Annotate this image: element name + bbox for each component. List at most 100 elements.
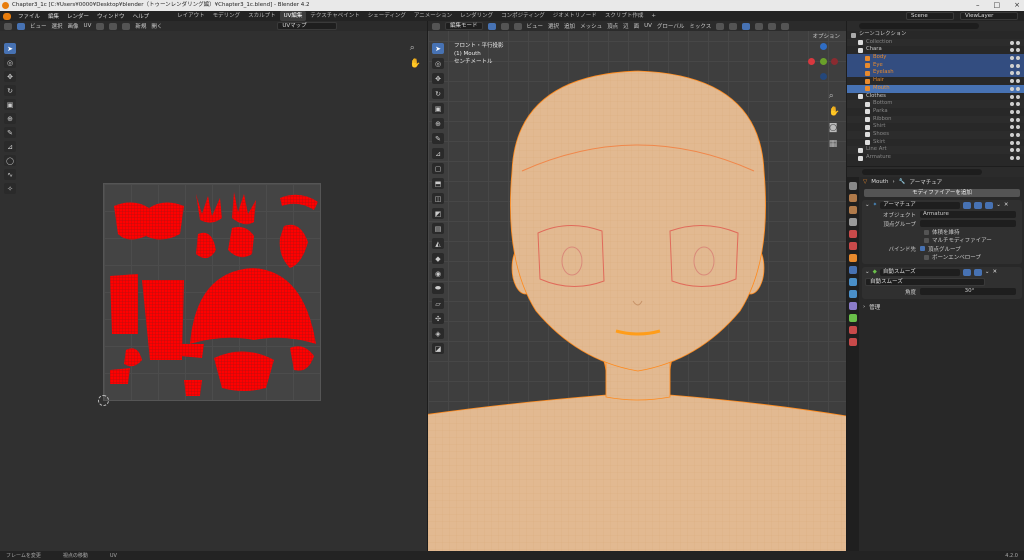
neg-z-axis-icon[interactable] [820,73,827,80]
edge-slide-icon[interactable]: ▱ [432,298,444,309]
polybuild-tool-icon[interactable]: ◆ [432,253,444,264]
texture-tab-icon[interactable] [849,338,857,346]
scale-tool-icon[interactable]: ▣ [432,103,444,114]
select-mode-icon[interactable] [17,22,25,30]
zoom-icon[interactable]: ⌕ [410,43,421,53]
snap-icon[interactable] [109,22,118,30]
edge-select-icon[interactable] [500,22,509,30]
outliner-row[interactable]: シーンコレクション [847,31,1024,39]
x-axis-icon[interactable] [808,58,815,65]
visibility-icon[interactable] [1010,62,1022,68]
dropdown-chevron-icon[interactable]: ⌄ [985,269,990,275]
scale-tool-icon[interactable]: ▣ [4,99,16,110]
visibility-icon[interactable] [1010,116,1022,122]
maximize-icon[interactable]: □ [994,0,1001,11]
vertex-select-icon[interactable] [487,22,496,30]
sync-selection-icon[interactable] [96,22,105,30]
move-tool-icon[interactable]: ✥ [4,71,16,82]
pivot-selector[interactable]: ミックス [689,22,711,30]
relax-tool-icon[interactable]: ∿ [4,169,16,180]
options-menu[interactable]: オプション [812,32,840,40]
outliner-row[interactable]: Mouth [847,84,1024,93]
material-shading-icon[interactable] [781,22,790,30]
visibility-icon[interactable] [1010,69,1022,76]
world-tab-icon[interactable] [849,242,857,250]
cursor-tool-icon[interactable]: ◎ [432,58,444,69]
collapse-arrow-icon[interactable]: ⌄ [865,269,870,275]
multi-modifier-checkbox[interactable] [924,237,929,243]
uv-editor[interactable]: ビュー 選択 画像 UV 新規 開く UVマップ ➤ ◎ ✥ ↻ ▣ ⊕ ✎ ⊿… [0,21,427,551]
tab-compositing[interactable]: コンポジティング [497,11,549,21]
viewport-toggle-icon[interactable] [962,268,971,276]
menu-render[interactable]: レンダー [63,12,93,20]
dropdown-chevron-icon[interactable]: ⌄ [996,202,1001,208]
render-tab-icon[interactable] [849,194,857,202]
z-axis-icon[interactable] [820,43,827,50]
remove-modifier-icon[interactable]: ✕ [992,269,997,275]
spin-tool-icon[interactable]: ◉ [432,268,444,279]
pinch-tool-icon[interactable]: ✧ [4,183,16,194]
editor-type-icon[interactable] [4,22,12,30]
material-tab-icon[interactable] [849,326,857,334]
tab-uv-editing[interactable]: UV編集 [279,11,307,21]
blender-menu-icon[interactable] [3,12,11,20]
armature-modifier-name[interactable]: アーマチュア [880,201,961,209]
outliner-row[interactable]: Bottom [847,100,1024,108]
rotate-tool-icon[interactable]: ↻ [432,88,444,99]
render-toggle-icon[interactable] [985,201,994,209]
outliner-row[interactable]: Shirt [847,123,1024,131]
xray-icon[interactable] [755,22,764,30]
properties-search-input[interactable] [862,169,982,175]
tab-texture-paint[interactable]: テクスチャペイント [306,11,363,21]
new-image-button[interactable]: 新規 [135,22,146,30]
vp-menu-face[interactable]: 面 [634,22,640,30]
shear-tool-icon[interactable]: ◈ [432,328,444,339]
tab-sculpt[interactable]: スカルプト [244,11,280,21]
editmode-toggle-icon[interactable] [963,201,972,209]
outliner-row[interactable]: Ribbon [847,115,1024,124]
transform-tool-icon[interactable]: ⊕ [432,118,444,129]
pan-hand-icon[interactable]: ✋ [829,107,840,117]
annotate-tool-icon[interactable]: ✎ [432,133,444,144]
mode-selector[interactable]: 編集モード [445,22,483,30]
2d-cursor-icon[interactable] [98,395,109,406]
visibility-icon[interactable] [1010,123,1022,130]
visibility-icon[interactable] [1010,85,1022,91]
bind-vgroups-checkbox[interactable] [920,246,925,251]
rotate-tool-icon[interactable]: ↻ [4,85,16,96]
tab-animation[interactable]: アニメーション [410,11,456,21]
open-image-button[interactable]: 開く [151,22,162,30]
data-tab-icon[interactable] [849,314,857,322]
proportional-edit-icon[interactable] [729,22,738,30]
visibility-icon[interactable] [1010,146,1022,153]
collapse-arrow-icon[interactable]: ⌄ [865,202,870,208]
add-workspace-button[interactable]: + [647,11,660,21]
neg-x-axis-icon[interactable] [831,58,838,65]
overlay-icon[interactable] [742,22,751,30]
navigation-gizmo[interactable] [808,43,838,83]
visibility-icon[interactable] [1010,100,1022,107]
select-tool-icon[interactable]: ➤ [4,43,16,54]
move-tool-icon[interactable]: ✥ [432,73,444,84]
visibility-icon[interactable] [1010,93,1022,99]
menu-window[interactable]: ウィンドウ [93,12,129,20]
visibility-icon[interactable] [1010,77,1022,84]
vp-menu-select[interactable]: 選択 [548,22,559,30]
solid-shading-icon[interactable] [768,22,777,30]
tab-geometry-nodes[interactable]: ジオメトリノード [549,11,601,21]
view-layer-tab-icon[interactable] [849,218,857,226]
vp-menu-edge[interactable]: 辺 [623,22,629,30]
outliner-row[interactable]: Hair [847,77,1024,85]
outliner-row[interactable]: Armature [847,154,1024,162]
vp-menu-add[interactable]: 追加 [564,22,575,30]
uv-menu-select[interactable]: 選択 [52,22,63,30]
vp-menu-uv[interactable]: UV [644,23,652,29]
uv-menu-uv[interactable]: UV [84,23,92,29]
viewlayer-selector[interactable]: ViewLayer [960,12,1018,20]
editor-type-icon[interactable] [432,22,440,30]
add-modifier-button[interactable]: モディファイアーを追加 [864,189,1020,197]
tool-tab-icon[interactable] [849,182,857,190]
outliner-row[interactable]: Line Art [847,146,1024,154]
outliner-row[interactable]: Shoes [847,130,1024,139]
visibility-icon[interactable] [1010,39,1022,45]
